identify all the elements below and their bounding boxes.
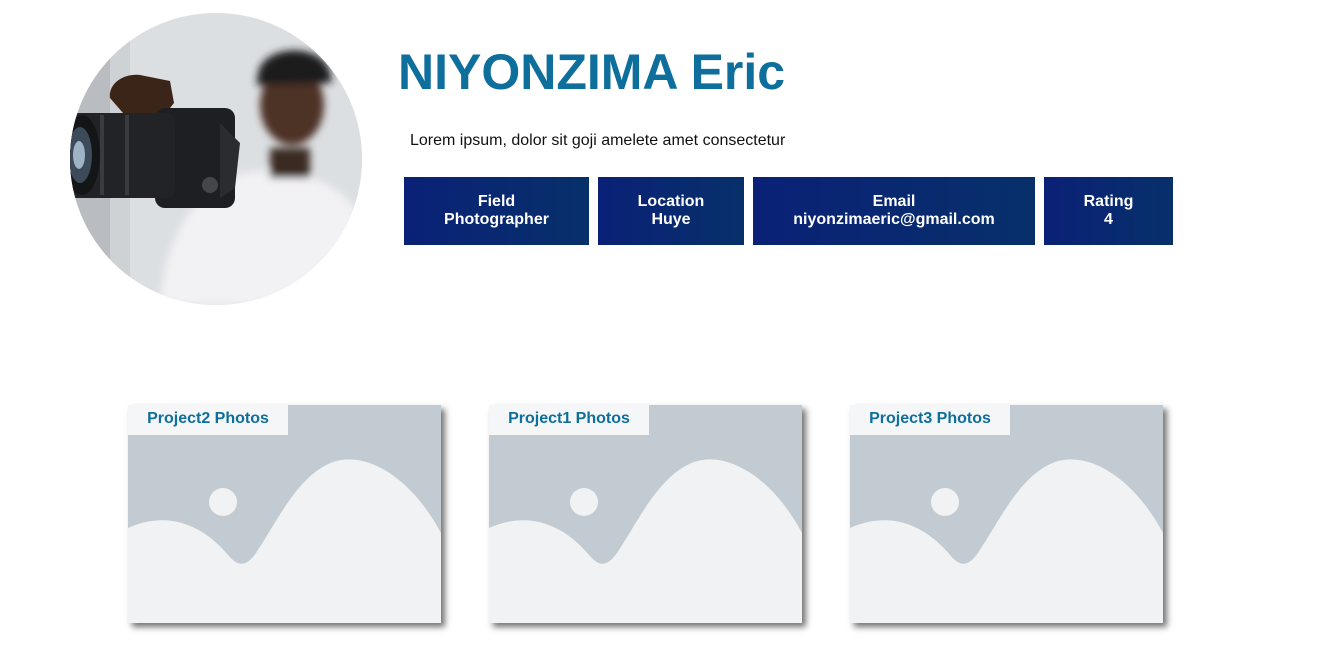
project-card-project2[interactable]: Project2 Photos bbox=[128, 405, 441, 623]
info-rating-value: 4 bbox=[1104, 211, 1113, 228]
info-email: Email niyonzimaeric@gmail.com bbox=[753, 177, 1035, 245]
info-field-label: Field bbox=[477, 193, 516, 210]
info-email-value: niyonzimaeric@gmail.com bbox=[793, 211, 995, 228]
profile-bio: Lorem ipsum, dolor sit goji amelete amet… bbox=[410, 132, 786, 149]
info-rating: Rating 4 bbox=[1044, 177, 1173, 245]
image-placeholder-icon bbox=[128, 405, 441, 623]
image-placeholder-icon bbox=[850, 405, 1163, 623]
info-email-label: Email bbox=[872, 193, 916, 210]
info-field: Field Photographer bbox=[404, 177, 589, 245]
photographer-photo-icon bbox=[70, 13, 362, 305]
info-location: Location Huye bbox=[598, 177, 744, 245]
profile-avatar bbox=[70, 13, 362, 305]
info-location-label: Location bbox=[637, 193, 705, 210]
project-card-project3[interactable]: Project3 Photos bbox=[850, 405, 1163, 623]
info-field-value: Photographer bbox=[444, 211, 549, 228]
profile-name: NIYONZIMA Eric bbox=[398, 44, 786, 100]
project-card-title[interactable]: Project1 Photos bbox=[489, 405, 649, 435]
image-placeholder-icon bbox=[489, 405, 802, 623]
project-card-title[interactable]: Project3 Photos bbox=[850, 405, 1010, 435]
project-card-title[interactable]: Project2 Photos bbox=[128, 405, 288, 435]
info-rating-label: Rating bbox=[1083, 193, 1134, 210]
project-card-project1[interactable]: Project1 Photos bbox=[489, 405, 802, 623]
info-location-value: Huye bbox=[651, 211, 691, 228]
